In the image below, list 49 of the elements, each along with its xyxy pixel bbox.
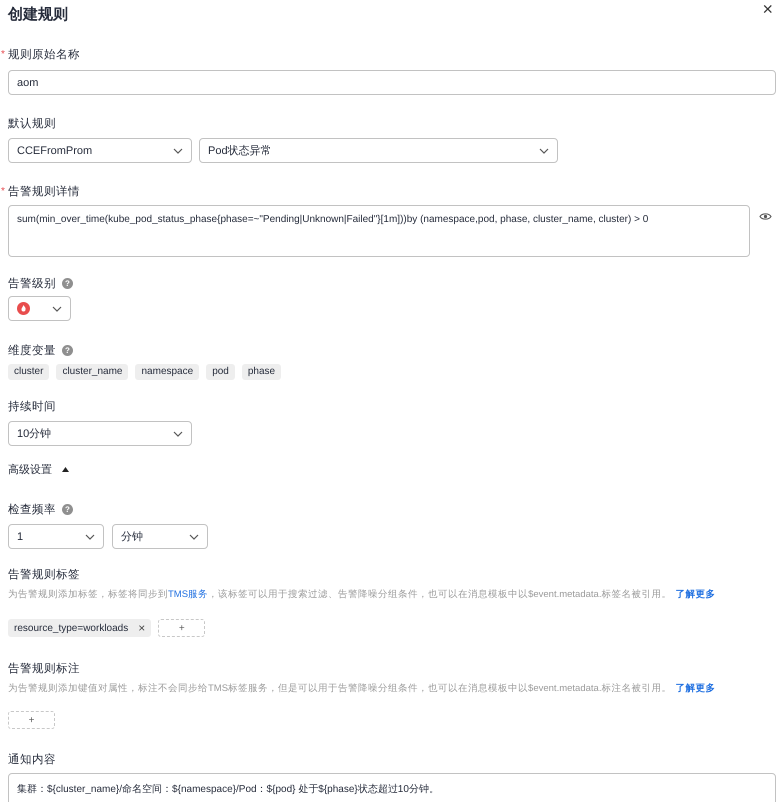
chevron-down-icon [173, 148, 183, 154]
add-tag-button[interactable]: + [158, 619, 206, 637]
dialog-title: 创建规则 [8, 6, 68, 24]
field-label: 告警级别 [8, 276, 56, 290]
frequency-select[interactable]: 1 [8, 524, 104, 549]
close-button[interactable]: × [758, 0, 777, 18]
tms-link[interactable]: TMS服务 [168, 589, 208, 600]
unit-select[interactable]: 分钟 [112, 524, 208, 549]
rule-select[interactable]: Pod状态异常 [199, 138, 558, 163]
learn-more-link[interactable]: 了解更多 [675, 589, 716, 600]
rule-select[interactable]: CCEFromProm [8, 138, 192, 163]
help-icon: ? [62, 504, 73, 514]
dimension-chip: phase [242, 364, 282, 380]
field-label: 默认规则 [8, 116, 56, 130]
field-label: 告警规则标注 [8, 661, 80, 676]
expression-field[interactable]: sum(min_over_time(kube_pod_status_phase{phase=~"Pending|Unknown|Failed"}[1m]))by (namespace,pod, phase, cluster_name, cluster) > 0 [8, 205, 750, 257]
duration-select[interactable]: 10分钟 [8, 421, 192, 446]
chevron-down-icon [173, 430, 183, 436]
chevron-down-icon [539, 148, 549, 154]
name-input-field[interactable]: aom [8, 70, 776, 95]
field-label: 规则原始名称 [8, 48, 80, 62]
dimension-chip: namespace [135, 364, 200, 380]
notification-content-field[interactable]: 集群：${cluster_name}/命名空间：${namespace}/Pod：${pod} 处于${phase}状态超过10分钟。 [8, 773, 776, 802]
field-label: 维度变量 [8, 343, 56, 358]
tags-hint: 为告警规则添加标签，标签将同步到TMS服务，该标签可以用于搜索过滤、告警降噪分组条件，也可以在消息模板中以$event.metadata.标签名被引用。 了解更多 [8, 588, 716, 601]
add-annotation-button[interactable]: + [8, 711, 55, 729]
advanced-settings-toggle[interactable]: 高级设置 [8, 462, 773, 477]
eye-icon[interactable] [759, 212, 772, 220]
chevron-down-icon [52, 306, 62, 312]
field-label: 检查频率 [8, 502, 56, 516]
dimension-chip: pod [206, 364, 235, 380]
annotations-hint: 为告警规则添加键值对属性，标注不会同步给TMS标签服务，但是可以用于告警降噪分组条件，也可以在消息模板中以$event.metadata.标注名被引用。 了解更多 [8, 682, 716, 695]
chevron-down-icon [189, 534, 199, 540]
required-mark: * [1, 48, 5, 60]
help-icon: ? [62, 344, 73, 356]
field-label: 持续时间 [8, 400, 56, 414]
chevron-down-icon [85, 534, 95, 540]
triangle-icon [62, 467, 69, 472]
severity-select[interactable] [8, 296, 71, 321]
field-label: 告警规则标签 [8, 568, 80, 582]
remove-tag-button[interactable]: × [138, 622, 146, 634]
dimension-chip: cluster [8, 364, 50, 380]
help-icon: ? [62, 278, 73, 288]
field-label: 告警规则详情 [8, 184, 80, 198]
learn-more-link[interactable]: 了解更多 [675, 683, 716, 694]
tag-text: resource_type=workloads [14, 622, 128, 634]
dimension-chip: cluster_name [56, 364, 128, 380]
required-mark: * [1, 186, 5, 196]
field-label: 通知内容 [8, 752, 56, 766]
